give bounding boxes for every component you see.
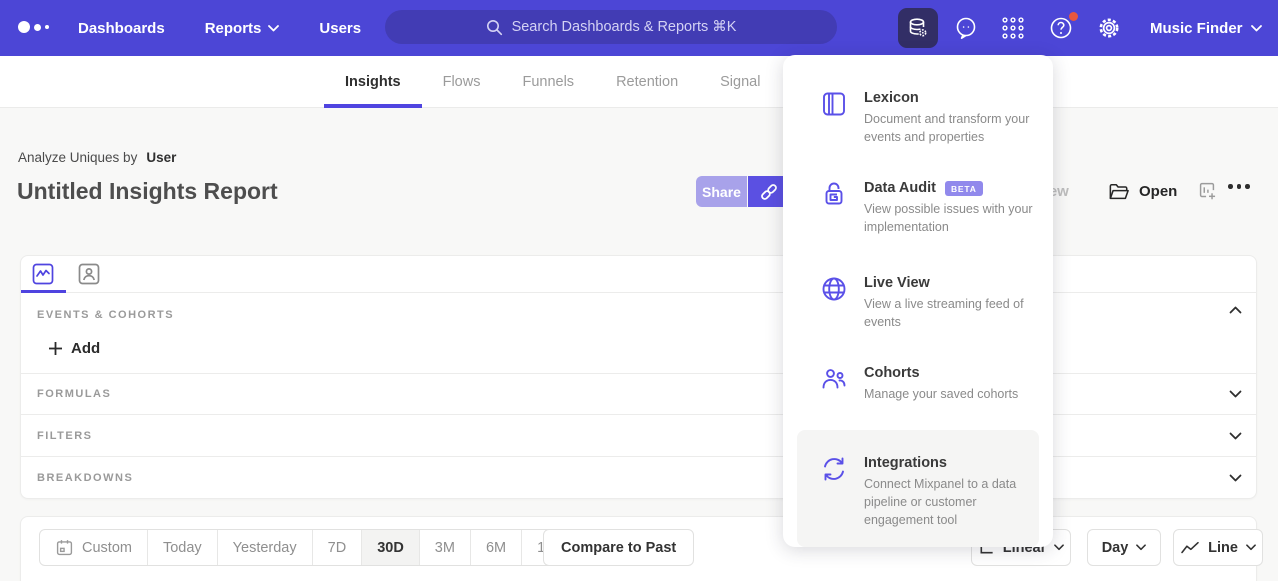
chain-link-icon <box>758 181 780 203</box>
builder-tab-row <box>21 256 1256 293</box>
chevron-up-icon[interactable] <box>1229 306 1242 314</box>
nav-item-reports[interactable]: Reports <box>205 20 280 37</box>
range-6m[interactable]: 6M <box>471 530 522 565</box>
chevron-down-icon <box>1136 544 1146 551</box>
range-today[interactable]: Today <box>148 530 218 565</box>
person-square-icon <box>78 263 100 285</box>
chevron-down-icon <box>1229 474 1242 482</box>
range-yesterday[interactable]: Yesterday <box>218 530 313 565</box>
tab-funnels[interactable]: Funnels <box>522 56 574 108</box>
menu-item-data-audit[interactable]: Data Audit BETA View possible issues wit… <box>820 180 1037 236</box>
beta-badge: BETA <box>945 181 983 196</box>
more-options-icon[interactable] <box>1228 184 1250 189</box>
builder-tab-underline <box>21 290 66 293</box>
section-filters[interactable]: FILTERS <box>21 414 1256 456</box>
globe-icon <box>820 275 848 303</box>
metrics-tab[interactable] <box>32 263 54 285</box>
cohorts-people-icon <box>820 365 848 393</box>
data-management-menu: Lexicon Document and transform your even… <box>783 55 1053 547</box>
project-switcher[interactable]: Music Finder <box>1150 0 1262 56</box>
top-navbar: Dashboards Reports Users Search Dashboar… <box>0 0 1278 56</box>
add-event-button[interactable]: Add <box>48 340 100 357</box>
breadcrumb-entity[interactable]: User <box>146 150 176 165</box>
menu-item-cohorts[interactable]: Cohorts Manage your saved cohorts <box>820 365 1037 403</box>
lexicon-book-icon <box>820 90 848 118</box>
nav-item-dashboards[interactable]: Dashboards <box>78 20 165 37</box>
add-to-board-icon[interactable] <box>1196 180 1218 202</box>
share-button-group: Share <box>696 176 790 207</box>
search-input[interactable]: Search Dashboards & Reports ⌘K <box>385 10 837 44</box>
tab-insights[interactable]: Insights <box>345 56 401 108</box>
compare-to-past-button[interactable]: Compare to Past <box>543 529 694 566</box>
query-builder-card: EVENTS & COHORTS Add FORMULAS FILTERS BR… <box>20 255 1257 499</box>
feedback-icon[interactable] <box>952 14 980 42</box>
chart-type-dropdown[interactable]: Line <box>1173 529 1263 566</box>
apps-grid-icon[interactable] <box>999 14 1027 42</box>
section-formulas[interactable]: FORMULAS <box>21 373 1256 414</box>
page-title[interactable]: Untitled Insights Report <box>17 178 278 205</box>
search-placeholder: Search Dashboards & Reports ⌘K <box>512 19 737 35</box>
search-icon <box>486 19 503 36</box>
nav-item-users[interactable]: Users <box>319 20 361 37</box>
range-30d[interactable]: 30D <box>362 530 420 565</box>
integrations-sync-icon <box>820 455 848 483</box>
chevron-down-icon <box>1251 25 1262 32</box>
tab-retention[interactable]: Retention <box>616 56 678 108</box>
chevron-down-icon <box>1229 432 1242 440</box>
chevron-down-icon <box>1054 544 1064 551</box>
plus-icon <box>48 341 63 356</box>
chevron-down-icon <box>268 25 279 32</box>
mixpanel-logo-icon[interactable] <box>18 21 49 33</box>
range-7d[interactable]: 7D <box>313 530 363 565</box>
date-range-segmented-control: Custom Today Yesterday 7D 30D 3M 6M 12M <box>39 529 581 566</box>
tab-flows[interactable]: Flows <box>443 56 481 108</box>
range-3m[interactable]: 3M <box>420 530 471 565</box>
tab-signal[interactable]: Signal <box>720 56 760 108</box>
menu-item-live-view[interactable]: Live View View a live streaming feed of … <box>820 275 1037 331</box>
project-name: Music Finder <box>1150 20 1243 37</box>
interval-dropdown[interactable]: Day <box>1087 529 1161 566</box>
data-management-icon[interactable] <box>898 8 938 48</box>
line-chart-icon <box>1180 540 1200 556</box>
open-report-button[interactable]: Open <box>1108 176 1177 207</box>
report-tabbar: Insights Flows Funnels Retention Signal … <box>0 56 1278 108</box>
menu-item-lexicon[interactable]: Lexicon Document and transform your even… <box>820 90 1037 146</box>
share-button[interactable]: Share <box>696 176 747 207</box>
menu-item-integrations[interactable]: Integrations Connect Mixpanel to a data … <box>797 430 1039 547</box>
chevron-down-icon <box>1229 390 1242 398</box>
help-icon[interactable] <box>1047 14 1075 42</box>
calendar-icon <box>55 538 74 557</box>
nav-links: Dashboards Reports Users <box>78 0 361 56</box>
notification-dot <box>1069 12 1078 21</box>
section-breakdowns[interactable]: BREAKDOWNS <box>21 456 1256 499</box>
line-chart-square-icon <box>32 263 54 285</box>
section-events-cohorts: EVENTS & COHORTS <box>37 309 174 321</box>
settings-gear-icon[interactable] <box>1095 14 1123 42</box>
folder-icon <box>1108 182 1130 202</box>
profiles-tab[interactable] <box>78 263 100 285</box>
range-custom[interactable]: Custom <box>40 530 148 565</box>
chevron-down-icon <box>1246 544 1256 551</box>
date-toolbar-card: Custom Today Yesterday 7D 30D 3M 6M 12M … <box>20 516 1257 581</box>
data-audit-lock-icon <box>820 180 848 208</box>
breadcrumb: Analyze Uniques by User <box>18 150 176 165</box>
